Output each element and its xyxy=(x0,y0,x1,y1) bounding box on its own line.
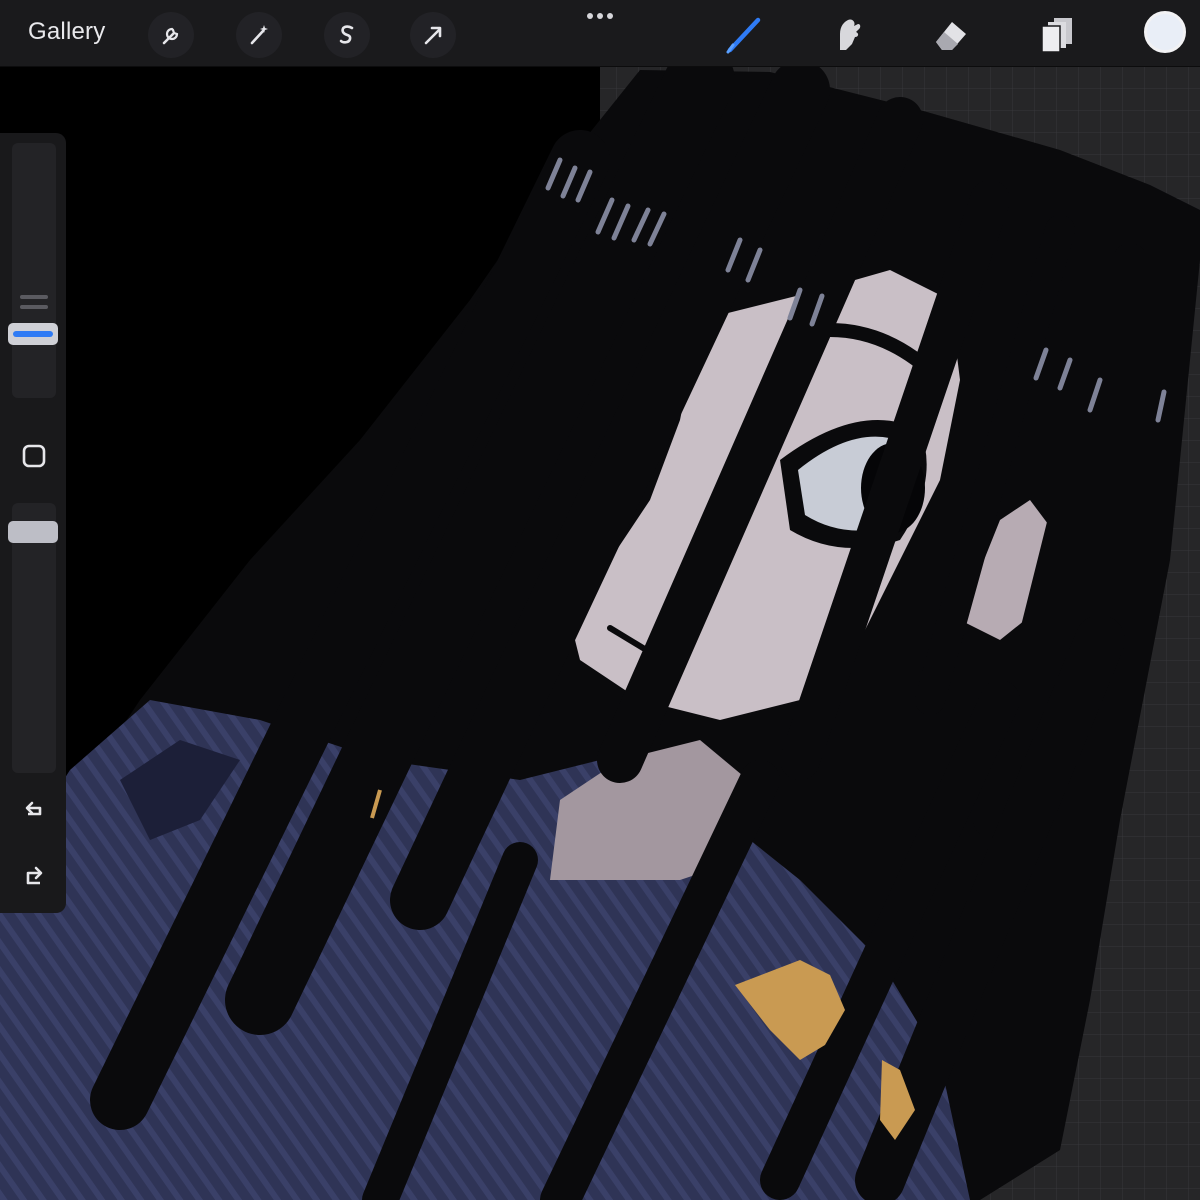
smudge-tool-button[interactable] xyxy=(822,8,874,60)
undo-button[interactable] xyxy=(14,788,54,828)
brush-size-slider[interactable] xyxy=(12,143,56,398)
brush-tool-button[interactable] xyxy=(718,8,770,60)
layers-button[interactable] xyxy=(1032,8,1084,60)
artwork-canvas[interactable] xyxy=(0,67,1200,1200)
color-picker-button[interactable] xyxy=(1144,11,1186,53)
procreate-app: Gallery xyxy=(0,0,1200,1200)
opacity-thumb[interactable] xyxy=(8,521,58,543)
redo-button[interactable] xyxy=(14,855,54,895)
slider-grip-icon xyxy=(20,295,48,309)
more-options-button[interactable] xyxy=(580,4,620,28)
undo-arrow-icon xyxy=(25,801,42,816)
more-dots-icon xyxy=(587,13,613,19)
redo-arrow-icon xyxy=(26,866,43,885)
transform-button[interactable] xyxy=(410,12,456,58)
eraser-icon xyxy=(936,22,966,50)
modify-square-icon xyxy=(22,444,46,468)
gallery-button[interactable]: Gallery xyxy=(28,18,105,46)
magic-wand-icon xyxy=(250,25,268,45)
selection-s-icon xyxy=(339,25,354,44)
brush-icon xyxy=(726,17,761,54)
brush-size-fill xyxy=(13,331,53,337)
wrench-icon xyxy=(162,27,179,45)
selection-button[interactable] xyxy=(324,12,370,58)
smudge-finger-icon xyxy=(840,19,861,50)
adjustments-button[interactable] xyxy=(236,12,282,58)
top-toolbar: Gallery xyxy=(0,0,1200,67)
left-sidebar xyxy=(0,133,66,913)
arrow-cursor-icon xyxy=(424,26,442,45)
modify-button[interactable] xyxy=(14,436,54,476)
eraser-tool-button[interactable] xyxy=(924,8,976,60)
canvas-workspace xyxy=(0,67,1200,1200)
actions-button[interactable] xyxy=(148,12,194,58)
opacity-slider[interactable] xyxy=(12,503,56,773)
layers-icon xyxy=(1041,18,1072,53)
brush-size-thumb[interactable] xyxy=(8,323,58,345)
